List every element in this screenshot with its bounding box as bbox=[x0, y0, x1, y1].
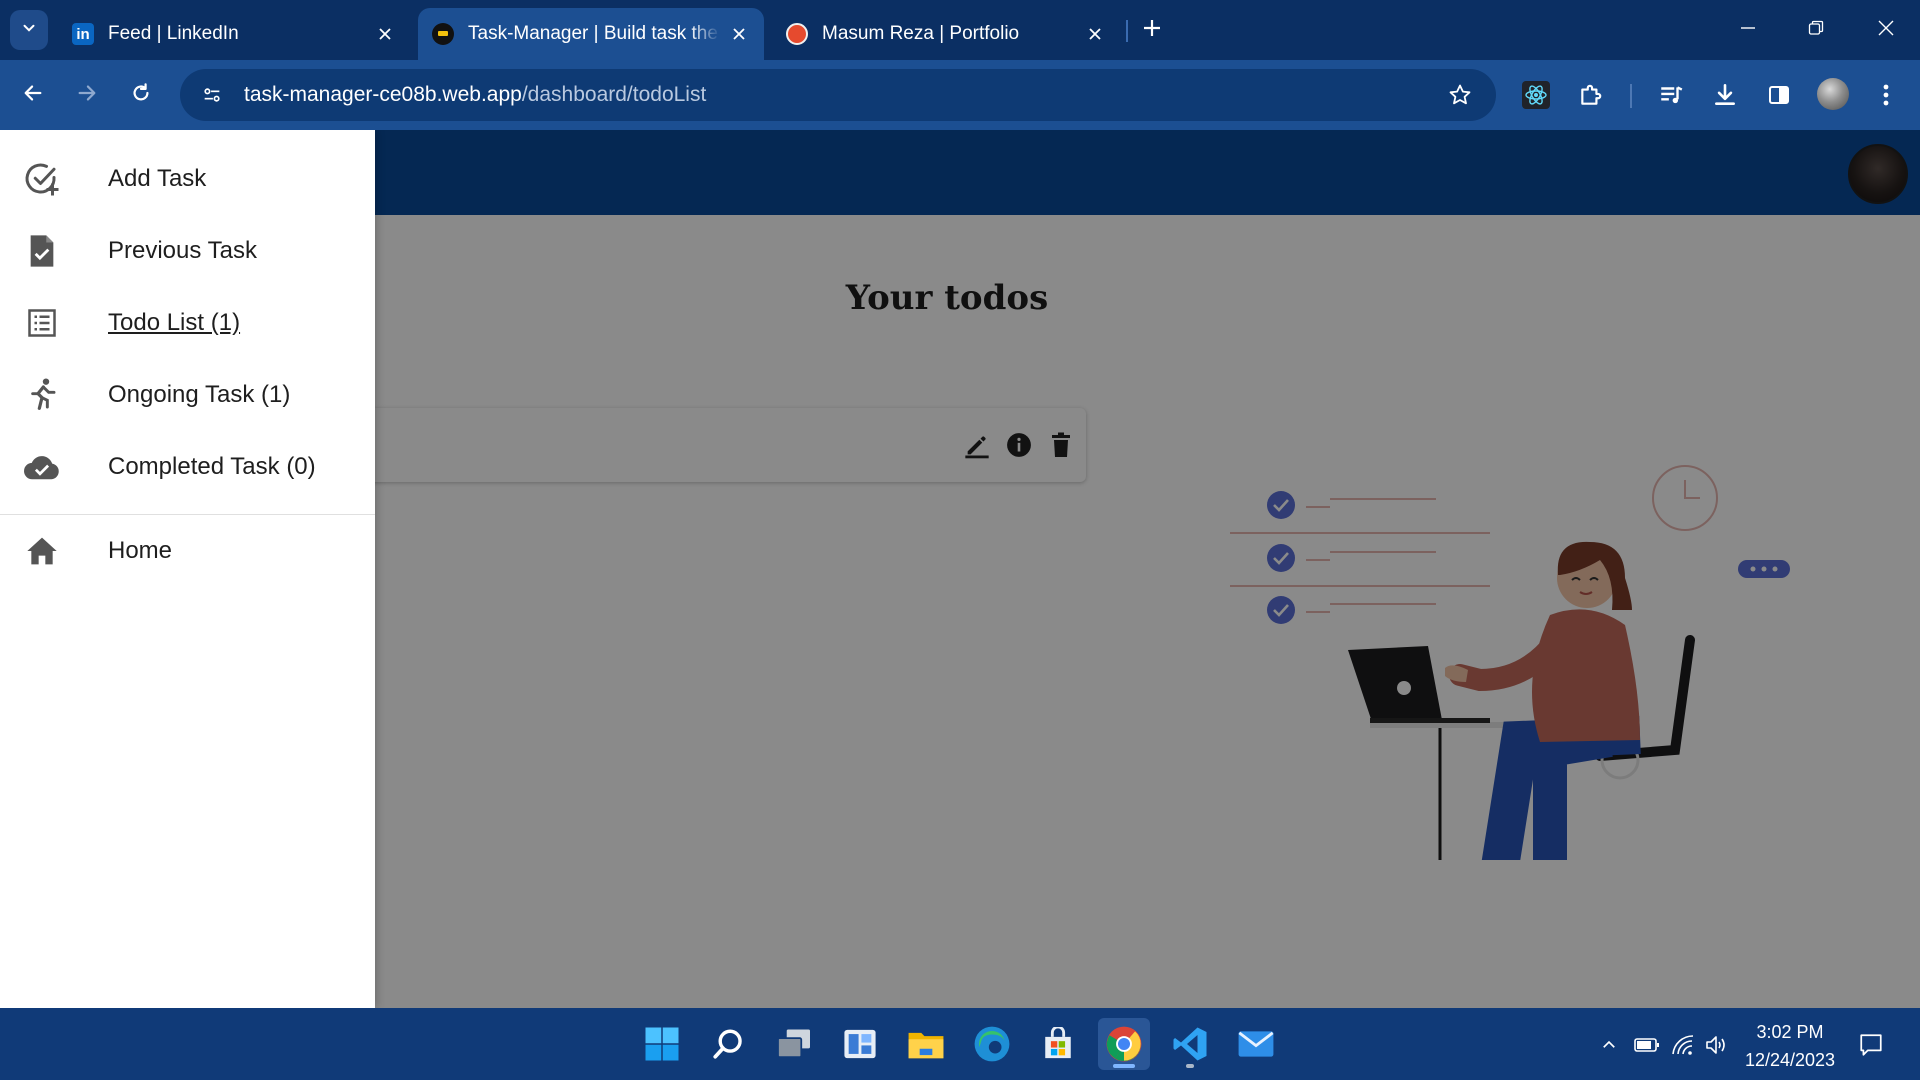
url-text: task-manager-ce08b.web.app/dashboard/tod… bbox=[244, 83, 706, 107]
chrome-icon[interactable] bbox=[1098, 1018, 1150, 1070]
bookmark-star-icon[interactable] bbox=[1446, 81, 1474, 109]
sidebar-item-label: Home bbox=[108, 537, 173, 564]
close-icon bbox=[1878, 20, 1894, 41]
task-manager-icon bbox=[432, 23, 454, 45]
sidebar-item-previous-task[interactable]: Previous Task bbox=[0, 215, 375, 287]
sidebar-item-ongoing-task[interactable]: Ongoing Task (1) bbox=[0, 359, 375, 431]
running-app-indicator bbox=[1186, 1064, 1194, 1068]
windows-start-icon[interactable] bbox=[636, 1018, 688, 1070]
edge-icon[interactable] bbox=[966, 1018, 1018, 1070]
sidebar-drawer: Add Task Previous Task Todo List (1) Ong… bbox=[0, 130, 375, 1008]
close-icon[interactable] bbox=[1084, 23, 1106, 45]
close-icon[interactable] bbox=[728, 23, 750, 45]
store-icon[interactable] bbox=[1032, 1018, 1084, 1070]
notification-icon[interactable] bbox=[1856, 1030, 1886, 1060]
address-bar[interactable]: task-manager-ce08b.web.app/dashboard/tod… bbox=[180, 69, 1496, 121]
react-devtools-icon[interactable] bbox=[1518, 77, 1554, 113]
download-icon[interactable] bbox=[1707, 77, 1743, 113]
toolbar-divider bbox=[1630, 84, 1632, 108]
list-icon bbox=[22, 303, 62, 343]
side-panel-icon[interactable] bbox=[1761, 77, 1797, 113]
tab-divider bbox=[1126, 20, 1128, 42]
active-app-indicator bbox=[1113, 1064, 1135, 1068]
arrow-right-icon bbox=[76, 82, 98, 109]
media-controls-icon[interactable] bbox=[1653, 77, 1689, 113]
windows-taskbar: 3:02 PM 12/24/2023 bbox=[0, 1008, 1920, 1080]
back-button[interactable] bbox=[12, 74, 54, 116]
task-view-icon[interactable] bbox=[768, 1018, 820, 1070]
home-icon bbox=[22, 531, 62, 571]
url-path: /dashboard/todoList bbox=[521, 83, 707, 106]
document-check-icon bbox=[22, 231, 62, 271]
reload-button[interactable] bbox=[120, 74, 162, 116]
arrow-left-icon bbox=[22, 82, 44, 109]
chevron-down-icon bbox=[20, 19, 38, 42]
more-menu-icon[interactable] bbox=[1868, 77, 1904, 113]
tab-title: Masum Reza | Portfolio bbox=[822, 23, 1020, 44]
minimize-button[interactable] bbox=[1724, 8, 1772, 52]
profile-avatar[interactable] bbox=[1817, 78, 1849, 110]
portfolio-icon bbox=[786, 23, 808, 45]
minimize-icon bbox=[1740, 20, 1756, 41]
sidebar-item-add-task[interactable]: Add Task bbox=[0, 143, 375, 215]
running-person-icon bbox=[22, 375, 62, 415]
sidebar-item-home[interactable]: Home bbox=[0, 515, 375, 587]
widgets-icon[interactable] bbox=[834, 1018, 886, 1070]
extensions-puzzle-icon[interactable] bbox=[1573, 77, 1609, 113]
url-host: task-manager-ce08b.web.app bbox=[244, 83, 522, 106]
battery-icon[interactable] bbox=[1634, 1032, 1660, 1058]
tab-portfolio[interactable]: Masum Reza | Portfolio bbox=[772, 8, 1120, 60]
chevron-up-icon[interactable] bbox=[1596, 1032, 1622, 1058]
close-icon[interactable] bbox=[374, 23, 396, 45]
linkedin-icon: in bbox=[72, 23, 94, 45]
sidebar-item-completed-task[interactable]: Completed Task (0) bbox=[0, 431, 375, 503]
clock-date: 12/24/2023 bbox=[1744, 1050, 1836, 1070]
add-task-icon bbox=[22, 159, 62, 199]
sidebar-item-label: Add Task bbox=[108, 165, 207, 192]
tab-linkedin[interactable]: in Feed | LinkedIn bbox=[58, 8, 410, 60]
new-tab-button[interactable] bbox=[1136, 14, 1168, 46]
sidebar-item-label: Previous Task bbox=[108, 237, 257, 264]
sidebar-item-label: Ongoing Task (1) bbox=[108, 381, 291, 408]
vscode-icon[interactable] bbox=[1164, 1018, 1216, 1070]
restore-icon bbox=[1808, 20, 1824, 41]
forward-button[interactable] bbox=[66, 74, 108, 116]
plus-icon bbox=[1142, 18, 1162, 43]
volume-icon[interactable] bbox=[1704, 1032, 1730, 1058]
clock-time: 3:02 PM bbox=[1756, 1022, 1824, 1042]
search-icon[interactable] bbox=[702, 1018, 754, 1070]
wifi-icon[interactable] bbox=[1670, 1032, 1696, 1058]
sidebar-item-label: Todo List (1) bbox=[108, 309, 241, 336]
file-explorer-icon[interactable] bbox=[900, 1018, 952, 1070]
web-page: Your todos Add Task Previous Task Todo L… bbox=[0, 130, 1920, 1008]
reload-icon bbox=[130, 82, 152, 109]
close-window-button[interactable] bbox=[1862, 8, 1910, 52]
site-settings-icon[interactable] bbox=[186, 69, 238, 121]
restore-button[interactable] bbox=[1792, 8, 1840, 52]
tab-title: Task-Manager | Build task the w bbox=[468, 23, 720, 44]
system-clock[interactable]: 3:02 PM 12/24/2023 bbox=[1738, 1018, 1842, 1074]
cloud-check-icon bbox=[22, 447, 62, 487]
sidebar-item-todo-list[interactable]: Todo List (1) bbox=[0, 287, 375, 359]
tab-title: Feed | LinkedIn bbox=[108, 23, 239, 44]
tab-search-button[interactable] bbox=[10, 10, 48, 50]
browser-tab-bar: in Feed | LinkedIn Task-Manager | Build … bbox=[0, 0, 1920, 60]
mail-icon[interactable] bbox=[1230, 1018, 1282, 1070]
browser-toolbar: task-manager-ce08b.web.app/dashboard/tod… bbox=[0, 60, 1920, 130]
sidebar-item-label: Completed Task (0) bbox=[108, 453, 316, 480]
tab-task-manager[interactable]: Task-Manager | Build task the w bbox=[418, 8, 764, 60]
